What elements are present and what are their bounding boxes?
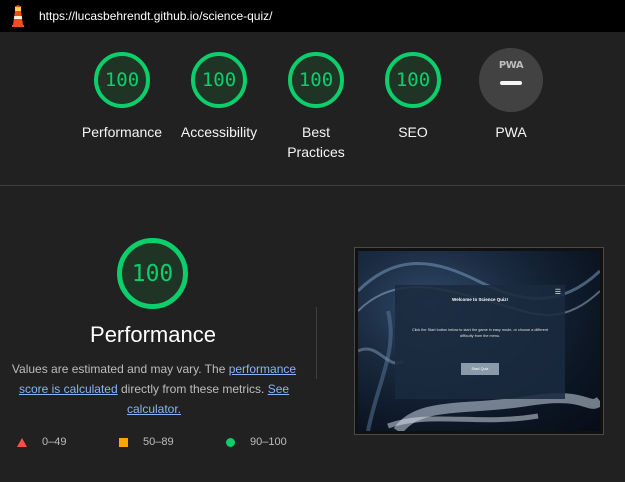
performance-description: Values are estimated and may vary. The p… bbox=[6, 359, 302, 419]
legend-average: 50–89 bbox=[119, 436, 174, 448]
performance-title: Performance bbox=[90, 322, 216, 347]
desc-text: directly from these metrics. bbox=[117, 382, 268, 396]
report-url[interactable]: https://lucasbehrendt.github.io/science-… bbox=[39, 9, 272, 23]
gauge-pwa[interactable]: PWA PWA bbox=[461, 48, 561, 142]
gauge-score: 100 bbox=[191, 52, 247, 108]
gauge-accessibility[interactable]: 100 Accessibility bbox=[169, 52, 269, 142]
legend-range: 50–89 bbox=[143, 436, 174, 448]
gauge-score: 100 bbox=[385, 52, 441, 108]
desc-text: Values are estimated and may vary. The bbox=[11, 362, 229, 376]
circle-icon bbox=[226, 437, 235, 447]
pwa-badge-icon: PWA bbox=[479, 48, 543, 112]
gauge-seo[interactable]: 100 SEO bbox=[363, 52, 463, 142]
vertical-divider bbox=[316, 307, 317, 379]
gauge-best-practices[interactable]: 100 Best Practices bbox=[266, 52, 366, 162]
gauge-label: Accessibility bbox=[180, 124, 258, 140]
final-screenshot[interactable]: ☰ Welcome to Science Quiz! Click the Sta… bbox=[354, 247, 604, 435]
legend-range: 0–49 bbox=[42, 436, 67, 448]
square-icon bbox=[119, 437, 128, 447]
pwa-dash-icon bbox=[500, 81, 522, 85]
menu-icon: ☰ bbox=[554, 289, 561, 296]
quiz-welcome-modal: ☰ Welcome to Science Quiz! Click the Sta… bbox=[395, 285, 565, 399]
start-quiz-button: Start Quiz bbox=[461, 363, 499, 375]
gauge-label: PWA bbox=[495, 124, 527, 140]
gauge-score: 100 bbox=[94, 52, 150, 108]
gauge-performance[interactable]: 100 Performance bbox=[72, 52, 172, 142]
gauge-label: Best Practices bbox=[287, 124, 345, 160]
quiz-title: Welcome to Science Quiz! bbox=[452, 297, 508, 302]
gauge-score: 100 bbox=[288, 52, 344, 108]
triangle-icon bbox=[17, 437, 27, 447]
pwa-badge-text: PWA bbox=[498, 60, 524, 71]
legend-pass: 90–100 bbox=[226, 436, 287, 448]
gauge-label: SEO bbox=[398, 124, 428, 140]
legend-range: 90–100 bbox=[250, 436, 287, 448]
lighthouse-logo-icon bbox=[12, 5, 24, 27]
quiz-instructions: Click the Start button below to start th… bbox=[411, 328, 549, 338]
gauge-label: Performance bbox=[81, 124, 163, 140]
performance-score-gauge: 100 bbox=[117, 238, 188, 309]
report-topbar: https://lucasbehrendt.github.io/science-… bbox=[0, 0, 625, 32]
score-gauges-row: 100 Performance 100 Accessibility 100 Be… bbox=[0, 32, 625, 186]
legend-fail: 0–49 bbox=[17, 436, 66, 448]
